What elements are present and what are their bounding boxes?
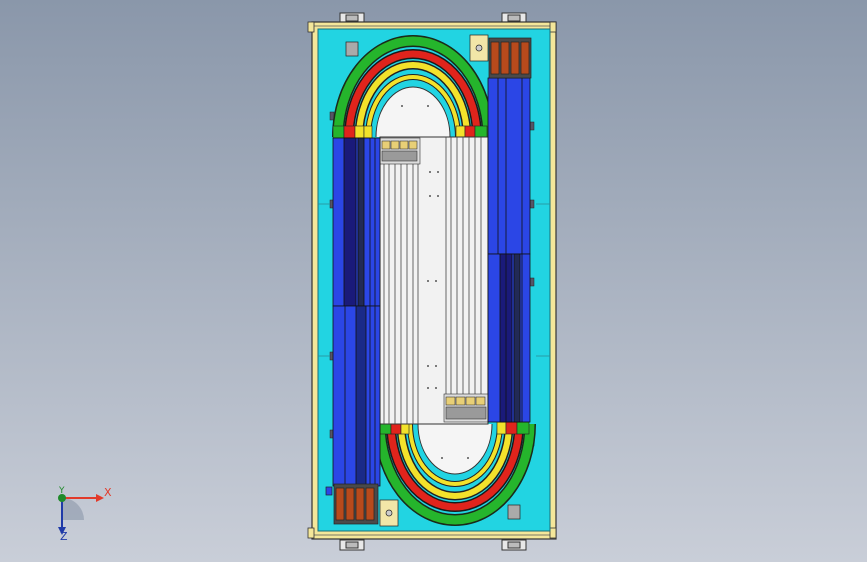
left-linear-modules: [332, 137, 381, 487]
right-linear-modules: [487, 77, 531, 423]
cad-drawing: [0, 0, 867, 562]
rail-carriage-bottom: [443, 393, 489, 423]
z-axis-label: Z: [60, 530, 68, 543]
rail-carriage-top: [379, 137, 421, 165]
x-axis-label: X: [104, 486, 112, 499]
cad-viewport[interactable]: [0, 0, 867, 562]
y-axis-label: Y: [59, 486, 65, 496]
